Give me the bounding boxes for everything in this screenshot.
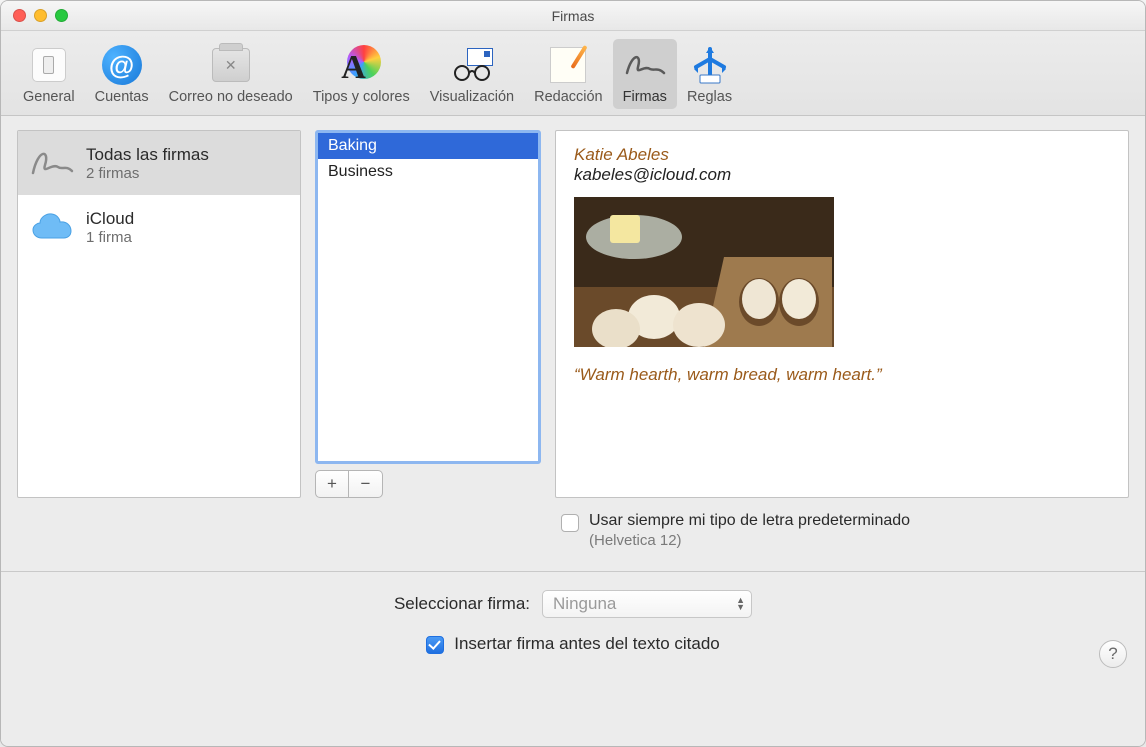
toolbar-label: Firmas bbox=[623, 89, 667, 105]
use-default-font-label: Usar siempre mi tipo de letra predetermi… bbox=[589, 512, 910, 530]
toolbar-label: Visualización bbox=[430, 89, 514, 105]
minimize-button[interactable] bbox=[34, 9, 47, 22]
insert-before-row: Insertar firma antes del texto citado bbox=[19, 634, 1127, 654]
content-area: Todas las firmas 2 firmas iCloud 1 firma bbox=[1, 116, 1145, 746]
toolbar-label: General bbox=[23, 89, 75, 105]
toolbar-signatures[interactable]: Firmas bbox=[613, 39, 677, 109]
account-title: iCloud bbox=[86, 209, 134, 229]
traffic-lights bbox=[13, 9, 68, 22]
toolbar-label: Cuentas bbox=[95, 89, 149, 105]
bottom-section: Seleccionar firma: Ninguna ▲▼ Insertar f… bbox=[1, 590, 1145, 672]
glasses-icon bbox=[450, 43, 494, 87]
panes-row: Todas las firmas 2 firmas iCloud 1 firma bbox=[1, 116, 1145, 504]
pencil-icon bbox=[546, 43, 590, 87]
toolbar-general[interactable]: General bbox=[13, 39, 85, 109]
toolbar-rules[interactable]: Reglas bbox=[677, 39, 742, 109]
preview-quote: “Warm hearth, warm bread, warm heart.” bbox=[574, 365, 1110, 385]
toolbar-label: Redacción bbox=[534, 89, 603, 105]
help-icon: ? bbox=[1108, 644, 1117, 664]
preview-email: kabeles@icloud.com bbox=[574, 165, 1110, 185]
account-subtitle: 2 firmas bbox=[86, 165, 209, 182]
signature-icon bbox=[30, 141, 74, 185]
account-row-icloud[interactable]: iCloud 1 firma bbox=[18, 195, 300, 259]
toolbar-accounts[interactable]: @ Cuentas bbox=[85, 39, 159, 109]
rules-icon bbox=[688, 43, 732, 87]
at-icon: @ bbox=[100, 43, 144, 87]
toolbar-label: Tipos y colores bbox=[313, 89, 410, 105]
add-signature-button[interactable]: + bbox=[315, 470, 349, 498]
select-signature-value: Ninguna bbox=[553, 594, 616, 614]
remove-signature-button[interactable]: − bbox=[349, 470, 383, 498]
preview-image bbox=[574, 197, 834, 347]
signature-list[interactable]: Baking Business bbox=[315, 130, 541, 464]
select-signature-dropdown[interactable]: Ninguna ▲▼ bbox=[542, 590, 752, 618]
account-row-all[interactable]: Todas las firmas 2 firmas bbox=[18, 131, 300, 195]
signature-preview[interactable]: Katie Abeles kabeles@icloud.com “W bbox=[555, 130, 1129, 498]
insert-before-checkbox[interactable] bbox=[426, 636, 444, 654]
general-icon bbox=[27, 43, 71, 87]
below-panes: Usar siempre mi tipo de letra predetermi… bbox=[1, 504, 1145, 561]
add-remove-toolbar: + − bbox=[315, 470, 541, 498]
titlebar: Firmas bbox=[1, 1, 1145, 31]
signature-icon bbox=[623, 43, 667, 87]
close-button[interactable] bbox=[13, 9, 26, 22]
signature-list-column: Baking Business + − bbox=[315, 130, 541, 498]
toolbar-label: Reglas bbox=[687, 89, 732, 105]
preferences-window: Firmas General @ Cuentas Correo no desea… bbox=[0, 0, 1146, 747]
default-font-sub: (Helvetica 12) bbox=[589, 532, 910, 549]
default-font-row: Usar siempre mi tipo de letra predetermi… bbox=[561, 512, 1127, 549]
zoom-button[interactable] bbox=[55, 9, 68, 22]
toolbar-viewing[interactable]: Visualización bbox=[420, 39, 524, 109]
icloud-icon bbox=[30, 205, 74, 249]
chevron-up-down-icon: ▲▼ bbox=[736, 597, 745, 611]
help-button[interactable]: ? bbox=[1099, 640, 1127, 668]
divider bbox=[1, 571, 1145, 572]
preview-name: Katie Abeles bbox=[574, 145, 1110, 165]
toolbar-composing[interactable]: Redacción bbox=[524, 39, 613, 109]
select-signature-label: Seleccionar firma: bbox=[394, 594, 530, 614]
select-signature-row: Seleccionar firma: Ninguna ▲▼ bbox=[19, 590, 1127, 618]
account-title: Todas las firmas bbox=[86, 145, 209, 165]
insert-before-label: Insertar firma antes del texto citado bbox=[454, 634, 720, 654]
signature-item-business[interactable]: Business bbox=[318, 159, 538, 185]
account-subtitle: 1 firma bbox=[86, 229, 134, 246]
trash-icon bbox=[209, 43, 253, 87]
accounts-list[interactable]: Todas las firmas 2 firmas iCloud 1 firma bbox=[17, 130, 301, 498]
use-default-font-checkbox[interactable] bbox=[561, 514, 579, 532]
toolbar-fonts[interactable]: A Tipos y colores bbox=[303, 39, 420, 109]
prefs-toolbar: General @ Cuentas Correo no deseado A Ti… bbox=[1, 31, 1145, 116]
toolbar-label: Correo no deseado bbox=[169, 89, 293, 105]
fonts-colors-icon: A bbox=[339, 43, 383, 87]
window-title: Firmas bbox=[1, 8, 1145, 24]
signature-item-baking[interactable]: Baking bbox=[318, 133, 538, 159]
toolbar-junk[interactable]: Correo no deseado bbox=[159, 39, 303, 109]
